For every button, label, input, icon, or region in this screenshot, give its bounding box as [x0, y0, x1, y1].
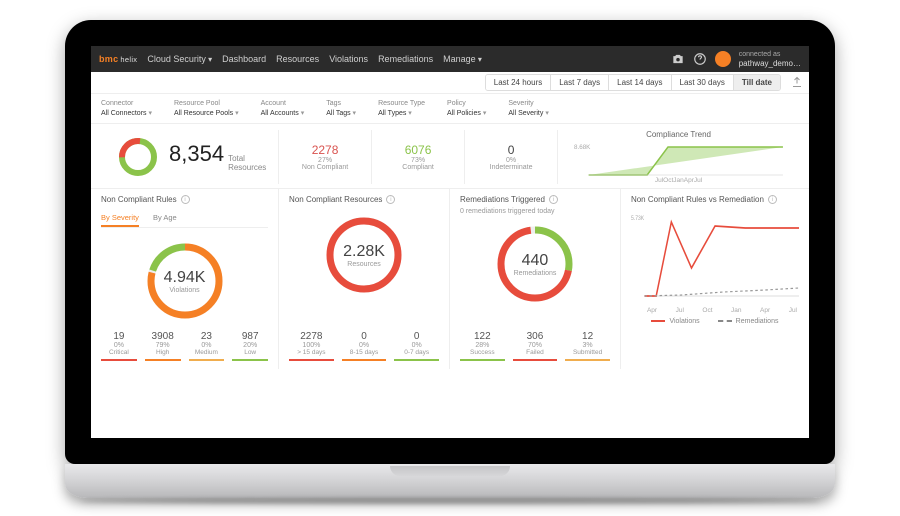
- summary-indeterminate[interactable]: 0 0% Indeterminate: [465, 130, 558, 184]
- panel-rules: Non Compliant Rules i By Severity By Age: [91, 189, 279, 369]
- info-icon[interactable]: i: [386, 195, 395, 204]
- info-icon[interactable]: i: [768, 195, 777, 204]
- subtab-severity[interactable]: By Severity: [101, 210, 139, 227]
- stat-failed[interactable]: 30670%Failed: [513, 331, 558, 361]
- panel-remediations: Remediations Triggered i 0 remediations t…: [450, 189, 621, 369]
- filter-severity[interactable]: SeverityAll Severity: [508, 100, 548, 117]
- filter-policy[interactable]: PolicyAll Policies: [447, 100, 486, 117]
- brand-name: bmc: [99, 54, 118, 64]
- filter-bar: ConnectorAll Connectors Resource PoolAll…: [91, 94, 809, 124]
- stat-medium[interactable]: 230%Medium: [189, 331, 225, 361]
- panel-resources-title: Non Compliant Resources: [289, 195, 382, 204]
- avatar[interactable]: [715, 51, 731, 67]
- panel-grid: Non Compliant Rules i By Severity By Age: [91, 189, 809, 369]
- trend-chart: 5.73K: [631, 208, 799, 307]
- filter-resource-pool[interactable]: Resource PoolAll Resource Pools: [174, 100, 239, 117]
- total-number: 8,354: [169, 141, 224, 167]
- user-name: pathway_demo…: [739, 60, 801, 68]
- nav-cloud-security[interactable]: Cloud Security: [147, 54, 212, 64]
- tab-24h[interactable]: Last 24 hours: [486, 75, 550, 90]
- nav-manage[interactable]: Manage: [443, 54, 482, 64]
- time-range-row: Last 24 hours Last 7 days Last 14 days L…: [91, 72, 809, 94]
- trend-axis: AprJulOctJanAprJul: [631, 307, 799, 314]
- trend-legend: Violations Remediations: [631, 318, 799, 325]
- tab-14d[interactable]: Last 14 days: [608, 75, 670, 90]
- panel-remed-title: Remediations Triggered: [460, 195, 545, 204]
- stat-8-15[interactable]: 00%8-15 days: [342, 331, 387, 361]
- stat-high[interactable]: 390879%High: [145, 331, 181, 361]
- summary-compliant[interactable]: 6076 73% Compliant: [372, 130, 465, 184]
- filter-account[interactable]: AccountAll Accounts: [261, 100, 305, 117]
- remed-note: 0 remediations triggered today: [460, 208, 610, 215]
- resources-gauge: 2.28KResources: [321, 212, 407, 298]
- info-icon[interactable]: i: [181, 195, 190, 204]
- nav-violations[interactable]: Violations: [329, 54, 368, 64]
- rules-subtabs: By Severity By Age: [101, 210, 268, 228]
- camera-icon[interactable]: [671, 52, 685, 66]
- trend-axis: Jul Oct Jan Apr Jul: [653, 177, 704, 184]
- screen-bezel: bmchelix Cloud Security Dashboard Resour…: [65, 20, 835, 464]
- nav-remediations[interactable]: Remediations: [378, 54, 433, 64]
- nav-resources[interactable]: Resources: [276, 54, 319, 64]
- info-icon[interactable]: i: [549, 195, 558, 204]
- rules-stats: 190%Critical 390879%High 230%Medium 9872…: [101, 331, 268, 361]
- trend-title: Compliance Trend: [646, 130, 711, 139]
- stat-critical[interactable]: 190%Critical: [101, 331, 137, 361]
- subtab-age[interactable]: By Age: [153, 210, 177, 227]
- tab-7d[interactable]: Last 7 days: [550, 75, 608, 90]
- topbar-right: connected as pathway_demo…: [671, 51, 801, 68]
- filter-resource-type[interactable]: Resource TypeAll Types: [378, 100, 425, 117]
- svg-text:8.68K: 8.68K: [574, 144, 591, 151]
- brand-sub: helix: [120, 55, 137, 64]
- stat-gt15[interactable]: 2278100%> 15 days: [289, 331, 334, 361]
- remed-stats: 12228%Success 30670%Failed 123%Submitted: [460, 331, 610, 361]
- export-icon[interactable]: [791, 76, 803, 90]
- app-topbar: bmchelix Cloud Security Dashboard Resour…: [91, 46, 809, 72]
- total-donut: [117, 136, 159, 178]
- stat-success[interactable]: 12228%Success: [460, 331, 505, 361]
- laptop-base: [65, 464, 835, 498]
- user-block[interactable]: connected as pathway_demo…: [739, 51, 801, 68]
- tab-30d[interactable]: Last 30 days: [671, 75, 733, 90]
- filter-tags[interactable]: TagsAll Tags: [326, 100, 356, 117]
- svg-text:5.73K: 5.73K: [631, 216, 644, 222]
- summary-noncompliant[interactable]: 2278 27% Non Compliant: [279, 130, 372, 184]
- trend-sparkline: 8.68K: [574, 141, 783, 177]
- filter-connector[interactable]: ConnectorAll Connectors: [101, 100, 152, 117]
- total-label: Total Resources: [228, 155, 262, 173]
- summary-trend: Compliance Trend 8.68K Jul Oct Jan Apr J…: [558, 130, 799, 184]
- nav-dashboard[interactable]: Dashboard: [222, 54, 266, 64]
- screen: bmchelix Cloud Security Dashboard Resour…: [91, 46, 809, 438]
- panel-trend: Non Compliant Rules vs Remediation i 5.73…: [621, 189, 809, 369]
- laptop-frame: bmchelix Cloud Security Dashboard Resour…: [65, 20, 835, 498]
- help-icon[interactable]: [693, 52, 707, 66]
- stat-submitted[interactable]: 123%Submitted: [565, 331, 610, 361]
- panel-rules-title: Non Compliant Rules: [101, 195, 177, 204]
- rules-gauge: 4.94KViolations: [142, 238, 228, 324]
- main-nav: Cloud Security Dashboard Resources Viola…: [147, 54, 482, 64]
- panel-resources: Non Compliant Resourcesi 2.28KResources …: [279, 189, 450, 369]
- stat-0-7[interactable]: 00%0-7 days: [394, 331, 439, 361]
- time-range-tabs: Last 24 hours Last 7 days Last 14 days L…: [485, 74, 781, 91]
- stat-low[interactable]: 98720%Low: [232, 331, 268, 361]
- summary-total: 8,354 Total Resources: [101, 130, 279, 184]
- resources-stats: 2278100%> 15 days 00%8-15 days 00%0-7 da…: [289, 331, 439, 361]
- brand-logo: bmchelix: [99, 54, 137, 64]
- summary-row: 8,354 Total Resources 2278 27% Non Compl…: [91, 124, 809, 189]
- remed-gauge: 440Remediations: [492, 221, 578, 307]
- panel-trend-title: Non Compliant Rules vs Remediation: [631, 195, 764, 204]
- tab-till-date[interactable]: Till date: [733, 75, 780, 90]
- user-label: connected as: [739, 51, 801, 58]
